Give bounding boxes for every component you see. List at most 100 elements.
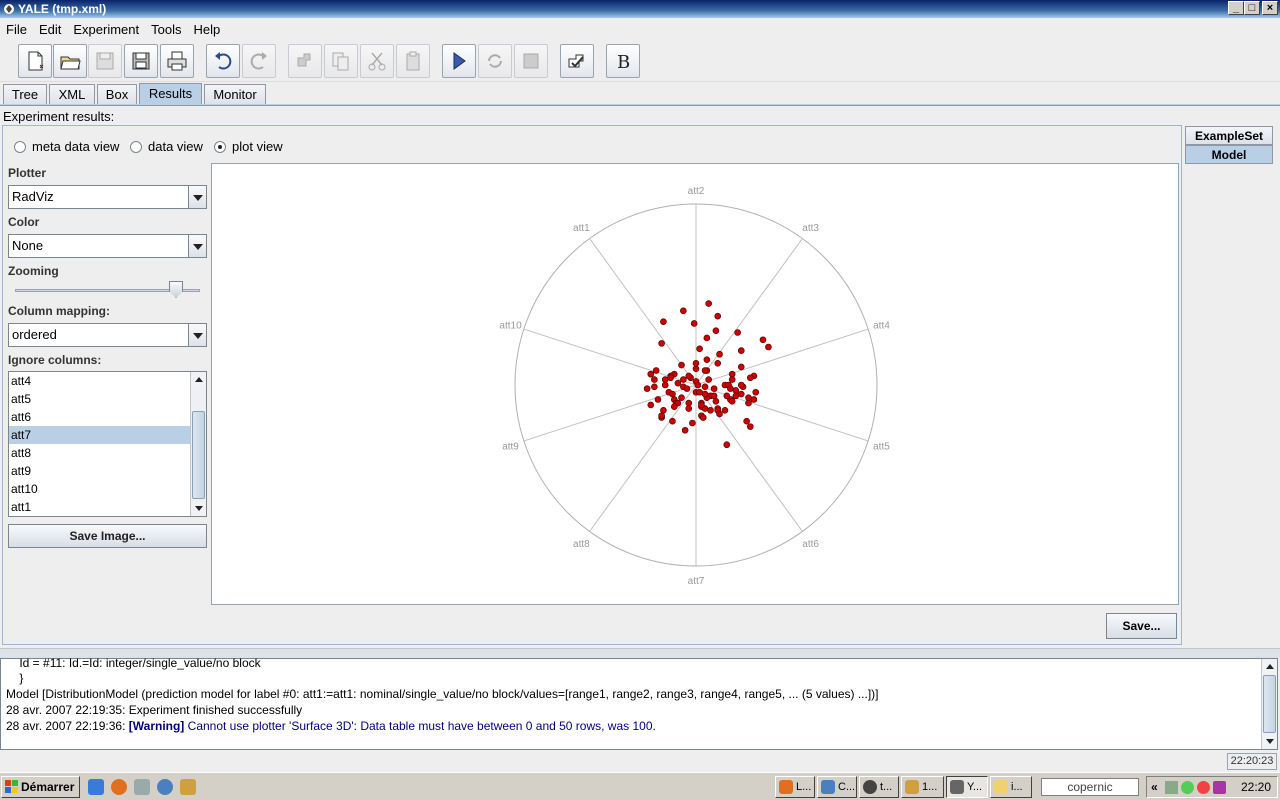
list-item[interactable]: att1	[9, 498, 191, 516]
task-yale[interactable]: Y...	[946, 776, 988, 798]
scroll-down-icon[interactable]	[191, 501, 206, 516]
ignore-columns-list[interactable]: att4 att5 att6 att7 att8 att9 att10 att1	[8, 371, 207, 517]
undo-icon	[215, 52, 232, 70]
scrollbar-thumb[interactable]	[1263, 675, 1276, 733]
menu-tools[interactable]: Tools	[151, 22, 181, 37]
task-firefox[interactable]: L...	[775, 776, 815, 798]
list-item[interactable]: att6	[9, 408, 191, 426]
menu-file[interactable]: File	[6, 22, 27, 37]
list-item-selected[interactable]: att7	[9, 426, 191, 444]
chevron-down-icon[interactable]	[188, 235, 206, 257]
save-button[interactable]: Save...	[1106, 613, 1177, 639]
log-line-warning: 28 avr. 2007 22:19:36: [Warning] Cannot …	[6, 719, 656, 733]
menu-experiment[interactable]: Experiment	[73, 22, 139, 37]
browser-icon[interactable]	[157, 779, 173, 795]
stop-button[interactable]	[514, 44, 548, 78]
data-point	[699, 414, 707, 421]
save-image-button[interactable]: Save Image...	[8, 524, 207, 548]
radio-data-view[interactable]: data view	[130, 139, 203, 154]
print-button[interactable]	[160, 44, 194, 78]
data-point	[654, 396, 662, 403]
scroll-down-icon[interactable]	[1262, 734, 1277, 749]
open-button[interactable]	[53, 44, 87, 78]
maximize-button[interactable]: □	[1244, 1, 1260, 15]
minimize-button[interactable]: _	[1228, 1, 1244, 15]
list-item[interactable]: att5	[9, 390, 191, 408]
undo-button[interactable]	[206, 44, 240, 78]
data-point	[746, 423, 754, 430]
svg-text:B: B	[617, 52, 630, 72]
log-panel[interactable]: Id = #11: Id.=Id: integer/single_value/n…	[0, 656, 1278, 750]
list-item[interactable]: att9	[9, 462, 191, 480]
desktop-icon[interactable]	[88, 779, 104, 795]
save-button[interactable]	[88, 44, 122, 78]
task-terminal[interactable]: t...	[859, 776, 899, 798]
breakpoint-button[interactable]: B	[606, 44, 640, 78]
tool-icon[interactable]	[134, 779, 150, 795]
data-point	[701, 367, 709, 374]
experiment-results-label: Experiment results:	[3, 109, 115, 124]
column-mapping-select[interactable]: ordered	[8, 323, 207, 347]
color-select[interactable]: None	[8, 234, 207, 258]
copy-button[interactable]	[324, 44, 358, 78]
radio-meta-data-view[interactable]: meta data view	[14, 139, 119, 154]
scrollbar-thumb[interactable]	[192, 411, 205, 499]
list-item[interactable]: att10	[9, 480, 191, 498]
menu-edit[interactable]: Edit	[39, 22, 61, 37]
scroll-up-icon[interactable]	[191, 372, 206, 387]
list-item[interactable]: att8	[9, 444, 191, 462]
app-tray-icon[interactable]	[1213, 781, 1226, 794]
list-scrollbar[interactable]	[190, 372, 206, 516]
tab-exampleset[interactable]: ExampleSet	[1185, 126, 1273, 145]
log-scrollbar[interactable]	[1261, 659, 1277, 749]
copernic-search-box[interactable]: copernic	[1041, 778, 1139, 796]
firefox-icon[interactable]	[111, 779, 127, 795]
tab-results[interactable]: Results	[139, 83, 202, 105]
tab-box[interactable]: Box	[97, 84, 137, 105]
data-point	[712, 397, 720, 405]
cut-icon	[368, 52, 386, 71]
tab-monitor[interactable]: Monitor	[204, 84, 266, 105]
cut-button[interactable]	[360, 44, 394, 78]
resume-button[interactable]	[478, 44, 512, 78]
radio-plot-view[interactable]: plot view	[214, 139, 283, 154]
redo-button[interactable]	[242, 44, 276, 78]
plotter-select[interactable]: RadViz	[8, 185, 207, 209]
wizard-icon	[297, 53, 311, 67]
list-item[interactable]: att4	[9, 372, 191, 390]
zoom-slider-thumb[interactable]	[169, 281, 183, 298]
menu-help[interactable]: Help	[193, 22, 220, 37]
alert-icon[interactable]	[1197, 781, 1210, 794]
close-button[interactable]: ×	[1262, 1, 1278, 15]
run-button[interactable]	[442, 44, 476, 78]
data-point	[647, 370, 655, 378]
save-as-icon	[132, 52, 150, 70]
status-time: 22:20:23	[1227, 753, 1277, 770]
chevron-down-icon[interactable]	[188, 324, 206, 346]
tray-expand-icon[interactable]: «	[1151, 780, 1158, 794]
yale-quick-icon[interactable]	[180, 779, 196, 795]
data-point	[661, 376, 669, 383]
log-line: }	[6, 671, 24, 685]
new-button[interactable]	[18, 44, 52, 78]
start-button[interactable]: Démarrer	[1, 776, 80, 798]
task-folder[interactable]: i...	[990, 776, 1032, 798]
scroll-up-icon[interactable]	[1262, 659, 1277, 674]
paste-button[interactable]	[396, 44, 430, 78]
tab-tree[interactable]: Tree	[3, 84, 47, 105]
network-icon[interactable]	[1165, 781, 1178, 794]
chevron-down-icon[interactable]	[188, 186, 206, 208]
task-editor[interactable]: 1...	[901, 776, 944, 798]
wizard-button[interactable]	[288, 44, 322, 78]
data-point	[732, 387, 740, 394]
tab-model[interactable]: Model	[1185, 145, 1273, 164]
data-point	[737, 363, 745, 371]
task-browser[interactable]: C...	[817, 776, 857, 798]
status-icon[interactable]	[1181, 781, 1194, 794]
tab-xml[interactable]: XML	[49, 84, 95, 105]
validate-button[interactable]	[560, 44, 594, 78]
anchor-label: att5	[873, 441, 890, 452]
save-as-button[interactable]	[124, 44, 158, 78]
plot-area[interactable]: att2 att3 att4 att5 att6 att7 att8 att9 att10 att…	[211, 163, 1179, 605]
plotter-controls: Plotter RadViz Color None Zooming Column…	[6, 163, 210, 605]
